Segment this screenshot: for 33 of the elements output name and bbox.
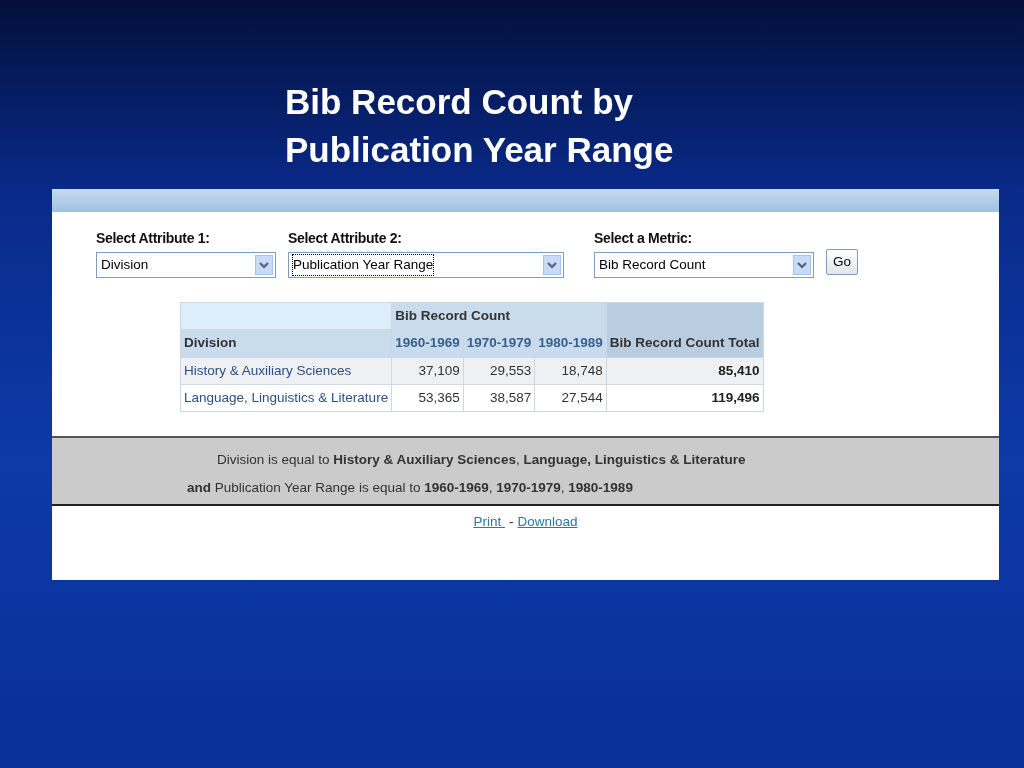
chevron-down-icon bbox=[793, 255, 811, 275]
row-label-link[interactable]: History & Auxiliary Sciences bbox=[180, 357, 392, 385]
slide-title: Publication Year Range bbox=[285, 129, 674, 171]
dropdown[interactable]: Publication Year Range bbox=[288, 252, 564, 278]
slide-title: Bib Record Count by bbox=[285, 81, 634, 123]
table-cell: 27,544 bbox=[534, 384, 607, 412]
column-group-header: Bib Record Count bbox=[391, 302, 607, 330]
total-cell: 119,496 bbox=[606, 384, 764, 412]
column-header-link[interactable]: 1960-1969 bbox=[391, 329, 464, 357]
column-header: Bib Record Count Total bbox=[606, 302, 764, 357]
filter-text: Division is equal to History & Auxiliary Sciences, Language, Linguistics & Literature bbox=[216, 451, 746, 469]
column-header-link[interactable]: 1980-1989 bbox=[534, 329, 607, 357]
field-label: Select Attribute 2: bbox=[288, 229, 402, 248]
table-cell: 37,109 bbox=[391, 357, 464, 385]
column-header: Division bbox=[180, 329, 392, 357]
dropdown[interactable]: Division bbox=[96, 252, 276, 278]
field-label: Select Attribute 1: bbox=[96, 229, 210, 248]
table-cell: 53,365 bbox=[391, 384, 464, 412]
column-header-link[interactable]: 1970-1979 bbox=[463, 329, 535, 357]
text-link[interactable]: Download bbox=[517, 512, 578, 533]
table-cell: 18,748 bbox=[534, 357, 607, 385]
total-cell: 85,410 bbox=[606, 357, 764, 385]
chevron-down-icon bbox=[543, 255, 561, 275]
chevron-down-icon bbox=[255, 255, 273, 275]
go-button[interactable]: Go bbox=[826, 249, 858, 275]
table-cell: 38,587 bbox=[463, 384, 535, 412]
filter-text: and Publication Year Range is equal to 1960-1969, 1970-1979, 1980-1989 bbox=[186, 479, 633, 497]
table-cell: 29,553 bbox=[463, 357, 535, 385]
text-link[interactable]: Print bbox=[473, 512, 505, 533]
field-label: Select a Metric: bbox=[594, 229, 692, 248]
dropdown[interactable]: Bib Record Count bbox=[594, 252, 814, 278]
link-separator: - bbox=[509, 513, 514, 531]
row-label-link[interactable]: Language, Linguistics & Literature bbox=[180, 384, 392, 412]
